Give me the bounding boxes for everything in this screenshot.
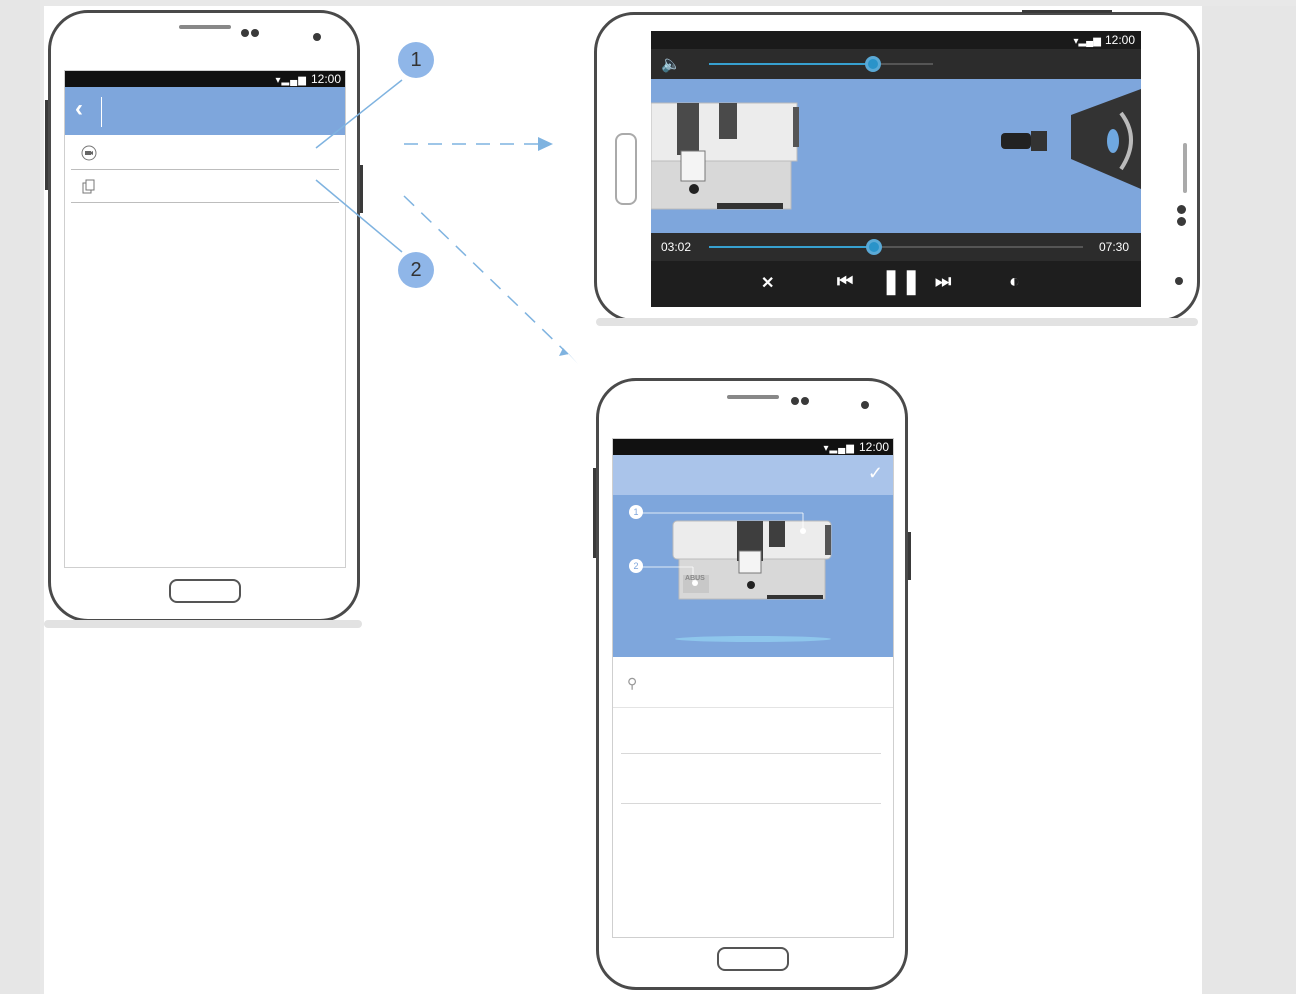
status-time: 12:00 xyxy=(1104,33,1135,47)
front-camera xyxy=(861,401,869,409)
callout-line-2 xyxy=(315,179,403,253)
status-bar: ▾▂▄▆ 12:00 xyxy=(613,439,893,455)
key-icon: ⚲ xyxy=(627,675,638,691)
skip-back-icon[interactable]: ⏮ xyxy=(837,271,853,292)
progress-bar: 03:02 07:30 xyxy=(651,233,1141,261)
lock-cylinder-illustration xyxy=(651,89,1141,210)
playback-controls: ✕ ⏮ ❚❚ ⏭ ◐ xyxy=(651,261,1141,307)
callout-2: 2 xyxy=(398,252,434,288)
volume-fill xyxy=(709,63,873,65)
side-key xyxy=(908,532,911,580)
phone-video: ▾▂▄▆ 12:00 🔈 03:02 07:30 ✕ ⏮ ❚❚ ⏭ ◐ xyxy=(594,12,1200,322)
front-sensor xyxy=(1177,205,1186,214)
side-key xyxy=(1022,10,1112,13)
home-button[interactable] xyxy=(717,947,789,971)
front-camera xyxy=(1175,277,1183,285)
earpiece xyxy=(727,395,779,399)
duration-time: 07:30 xyxy=(1098,240,1129,254)
brand-logo: ABUS xyxy=(685,575,705,582)
arrowhead-icon xyxy=(538,137,553,151)
divider xyxy=(621,803,881,804)
pause-icon[interactable]: ❚❚ xyxy=(881,267,921,296)
callout-1: 1 xyxy=(398,42,434,78)
seek-slider-knob[interactable] xyxy=(866,239,882,255)
phone-detail: ▾▂▄▆ 12:00 ✓ ABUS 1 2 ⚲ xyxy=(596,378,908,990)
volume-bar: 🔈 xyxy=(651,49,1141,79)
side-key xyxy=(593,468,596,558)
lock-cylinder-illustration xyxy=(637,512,832,642)
divider xyxy=(621,753,881,754)
hero-marker-2: 2 xyxy=(629,559,643,573)
brightness-icon[interactable]: ◐ xyxy=(1009,271,1020,292)
status-time: 12:00 xyxy=(858,440,889,454)
signal-icon: ▾▂▄▆ xyxy=(823,443,855,454)
elapsed-time: 03:02 xyxy=(661,240,692,254)
skip-forward-icon[interactable]: ⏭ xyxy=(935,271,951,292)
front-sensor xyxy=(1177,217,1186,226)
front-sensor xyxy=(801,397,809,405)
list-item-key[interactable]: ⚲ xyxy=(613,663,893,708)
detail-screen: ▾▂▄▆ 12:00 ✓ ABUS 1 2 ⚲ xyxy=(612,438,894,938)
arrowhead-icon xyxy=(559,348,578,364)
app-bar: ✓ xyxy=(613,455,893,495)
seek-fill xyxy=(709,246,874,248)
front-sensor xyxy=(791,397,799,405)
phone-shadow xyxy=(596,318,1198,326)
video-screen[interactable]: ▾▂▄▆ 12:00 🔈 03:02 07:30 ✕ ⏮ ❚❚ ⏭ ◐ xyxy=(651,31,1141,307)
volume-icon[interactable]: 🔈 xyxy=(661,54,681,74)
home-button[interactable] xyxy=(615,133,637,205)
signal-icon: ▾▂▄▆ xyxy=(1073,36,1101,47)
divider xyxy=(613,937,893,938)
fullscreen-exit-icon[interactable]: ✕ xyxy=(761,273,774,293)
callout-line-1 xyxy=(315,79,403,149)
status-bar: ▾▂▄▆ 12:00 xyxy=(651,31,1141,49)
volume-slider-knob[interactable] xyxy=(865,56,881,72)
check-icon[interactable]: ✓ xyxy=(868,463,883,484)
earpiece xyxy=(1183,143,1187,193)
hero-marker-1: 1 xyxy=(629,505,643,519)
product-hero: ABUS 1 2 xyxy=(613,495,893,657)
